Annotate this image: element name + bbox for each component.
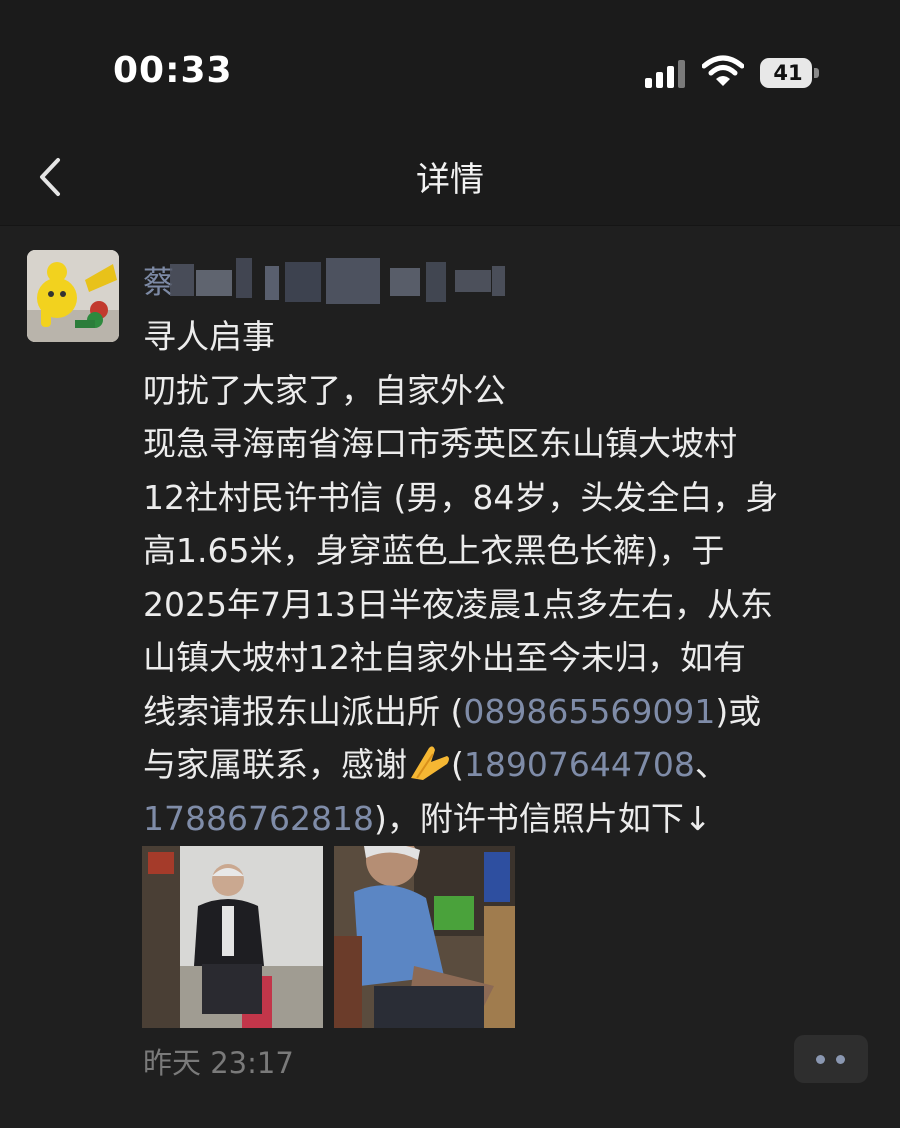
photo-thumbnail-1[interactable]: [142, 846, 323, 1028]
post-text: )或: [715, 691, 762, 731]
avatar[interactable]: [27, 250, 119, 342]
post-text-line: 现急寻海南省海口市秀英区东山镇大坡村: [143, 417, 883, 471]
post-text: 叨扰了大家了，自家外公: [143, 370, 506, 410]
status-time: 00:33: [113, 50, 233, 91]
post-text-line: 寻人启事: [143, 310, 883, 364]
post-text-line: 与家属联系，感谢 (18907644708、: [143, 738, 883, 792]
redacted-author-name: [170, 258, 505, 304]
post-text-line: 山镇大坡村12社自家外出至今未归，如有: [143, 631, 883, 685]
post-text-line: 17886762818)，附许书信照片如下↓: [143, 792, 883, 846]
post-text-line: 12社村民许书信 (男，84岁，头发全白，身: [143, 471, 883, 525]
page-title: 详情: [416, 160, 484, 200]
post-text: )，附许书信照片如下↓: [373, 798, 712, 838]
phone-number-link[interactable]: 089865569091: [463, 692, 715, 731]
post-body: 寻人启事叨扰了大家了，自家外公现急寻海南省海口市秀英区东山镇大坡村 12社村民许书…: [143, 310, 883, 845]
battery-level: 41: [773, 61, 803, 85]
folded-hands-emoji-icon: [411, 746, 449, 780]
more-dots-icon: [836, 1055, 845, 1064]
post-text: 2025年7月13日半夜凌晨1点多左右，从东: [143, 584, 773, 624]
post-text: 12社村民许书信 (男，84岁，头发全白，身: [143, 477, 779, 517]
post-text-line: 高1.65米，身穿蓝色上衣黑色长裤)，于: [143, 524, 883, 578]
more-dots-icon: [816, 1055, 825, 1064]
cellular-signal-icon: [645, 60, 685, 88]
photo-elderly-man-seated: [142, 846, 323, 1028]
post-text: 现急寻海南省海口市秀英区东山镇大坡村: [143, 424, 737, 463]
photo-elderly-man-blue-shirt: [334, 846, 515, 1028]
post-text-line: 叨扰了大家了，自家外公: [143, 364, 883, 418]
avatar-image: [27, 250, 119, 342]
post-text: 寻人启事: [143, 317, 275, 356]
post-text: 线索请报东山派出所 (: [143, 691, 464, 731]
more-actions-button[interactable]: [794, 1035, 868, 1083]
battery-icon: 41: [760, 58, 820, 88]
post-text: (: [451, 745, 464, 784]
post-text: 高1.65米，身穿蓝色上衣黑色长裤)，于: [143, 531, 725, 570]
post-text: 山镇大坡村12社自家外出至今未归，如有: [143, 638, 746, 677]
phone-number-link[interactable]: 18907644708: [464, 745, 695, 784]
photo-thumbnail-2[interactable]: [334, 846, 515, 1028]
post-text: 、: [694, 745, 728, 784]
navigation-bar: 详情: [0, 130, 900, 226]
post-text-line: 2025年7月13日半夜凌晨1点多左右，从东: [143, 578, 883, 632]
phone-number-link[interactable]: 17886762818: [143, 799, 374, 838]
post-timestamp: 昨天 23:17: [143, 1046, 294, 1080]
post-text-line: 线索请报东山派出所 (089865569091)或: [143, 685, 883, 739]
status-bar: 00:33 41: [0, 0, 900, 130]
wifi-icon: [702, 55, 744, 86]
post-text: 与家属联系，感谢: [143, 745, 407, 784]
